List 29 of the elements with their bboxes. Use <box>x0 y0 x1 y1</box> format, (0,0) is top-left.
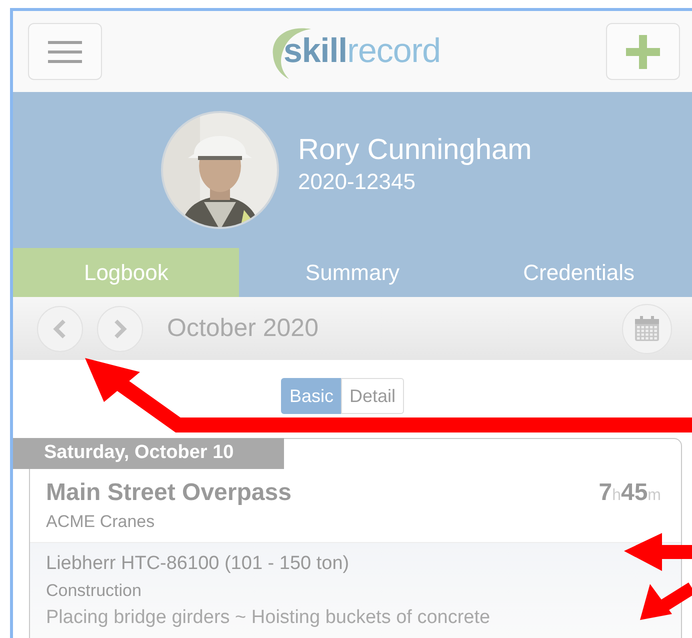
equipment-name: Liebherr HTC-86100 (101 - 150 ton) <box>46 553 350 575</box>
view-toggle[interactable]: Detail <box>341 378 404 414</box>
view-toggle[interactable]: Basic <box>281 378 342 414</box>
chevron-right-icon <box>113 318 127 338</box>
company-name: ACME Cranes <box>46 512 156 532</box>
plus-icon <box>626 34 660 68</box>
menu-icon <box>48 40 82 64</box>
tab[interactable]: Logbook <box>13 248 240 297</box>
duration-hours: 7 <box>598 479 612 506</box>
user-name: Rory Cunningham <box>298 134 532 166</box>
add-button[interactable] <box>606 23 680 80</box>
duration-minutes: 45 <box>620 479 648 506</box>
category-label: Construction <box>46 581 142 601</box>
calendar-icon <box>635 316 659 341</box>
task-description: Placing bridge girders ~ Hoisting buckets of concrete <box>46 607 492 629</box>
menu-button[interactable] <box>28 23 102 80</box>
logo-text: skillrecord <box>283 32 441 71</box>
month-label: October 2020 <box>167 314 318 343</box>
annotation-arrow <box>640 582 692 620</box>
user-id: 2020-12345 <box>298 168 416 194</box>
previous-button[interactable] <box>37 306 83 352</box>
entry-title: Main Street Overpass <box>46 479 292 507</box>
next-button[interactable] <box>97 306 143 352</box>
calendar-button[interactable] <box>622 304 672 354</box>
chevron-left-icon <box>53 318 67 338</box>
tab[interactable]: Credentials <box>466 248 692 297</box>
tab[interactable]: Summary <box>239 248 466 297</box>
date-label: Saturday, October 10 <box>13 438 284 469</box>
annotation-arrow <box>624 533 692 571</box>
